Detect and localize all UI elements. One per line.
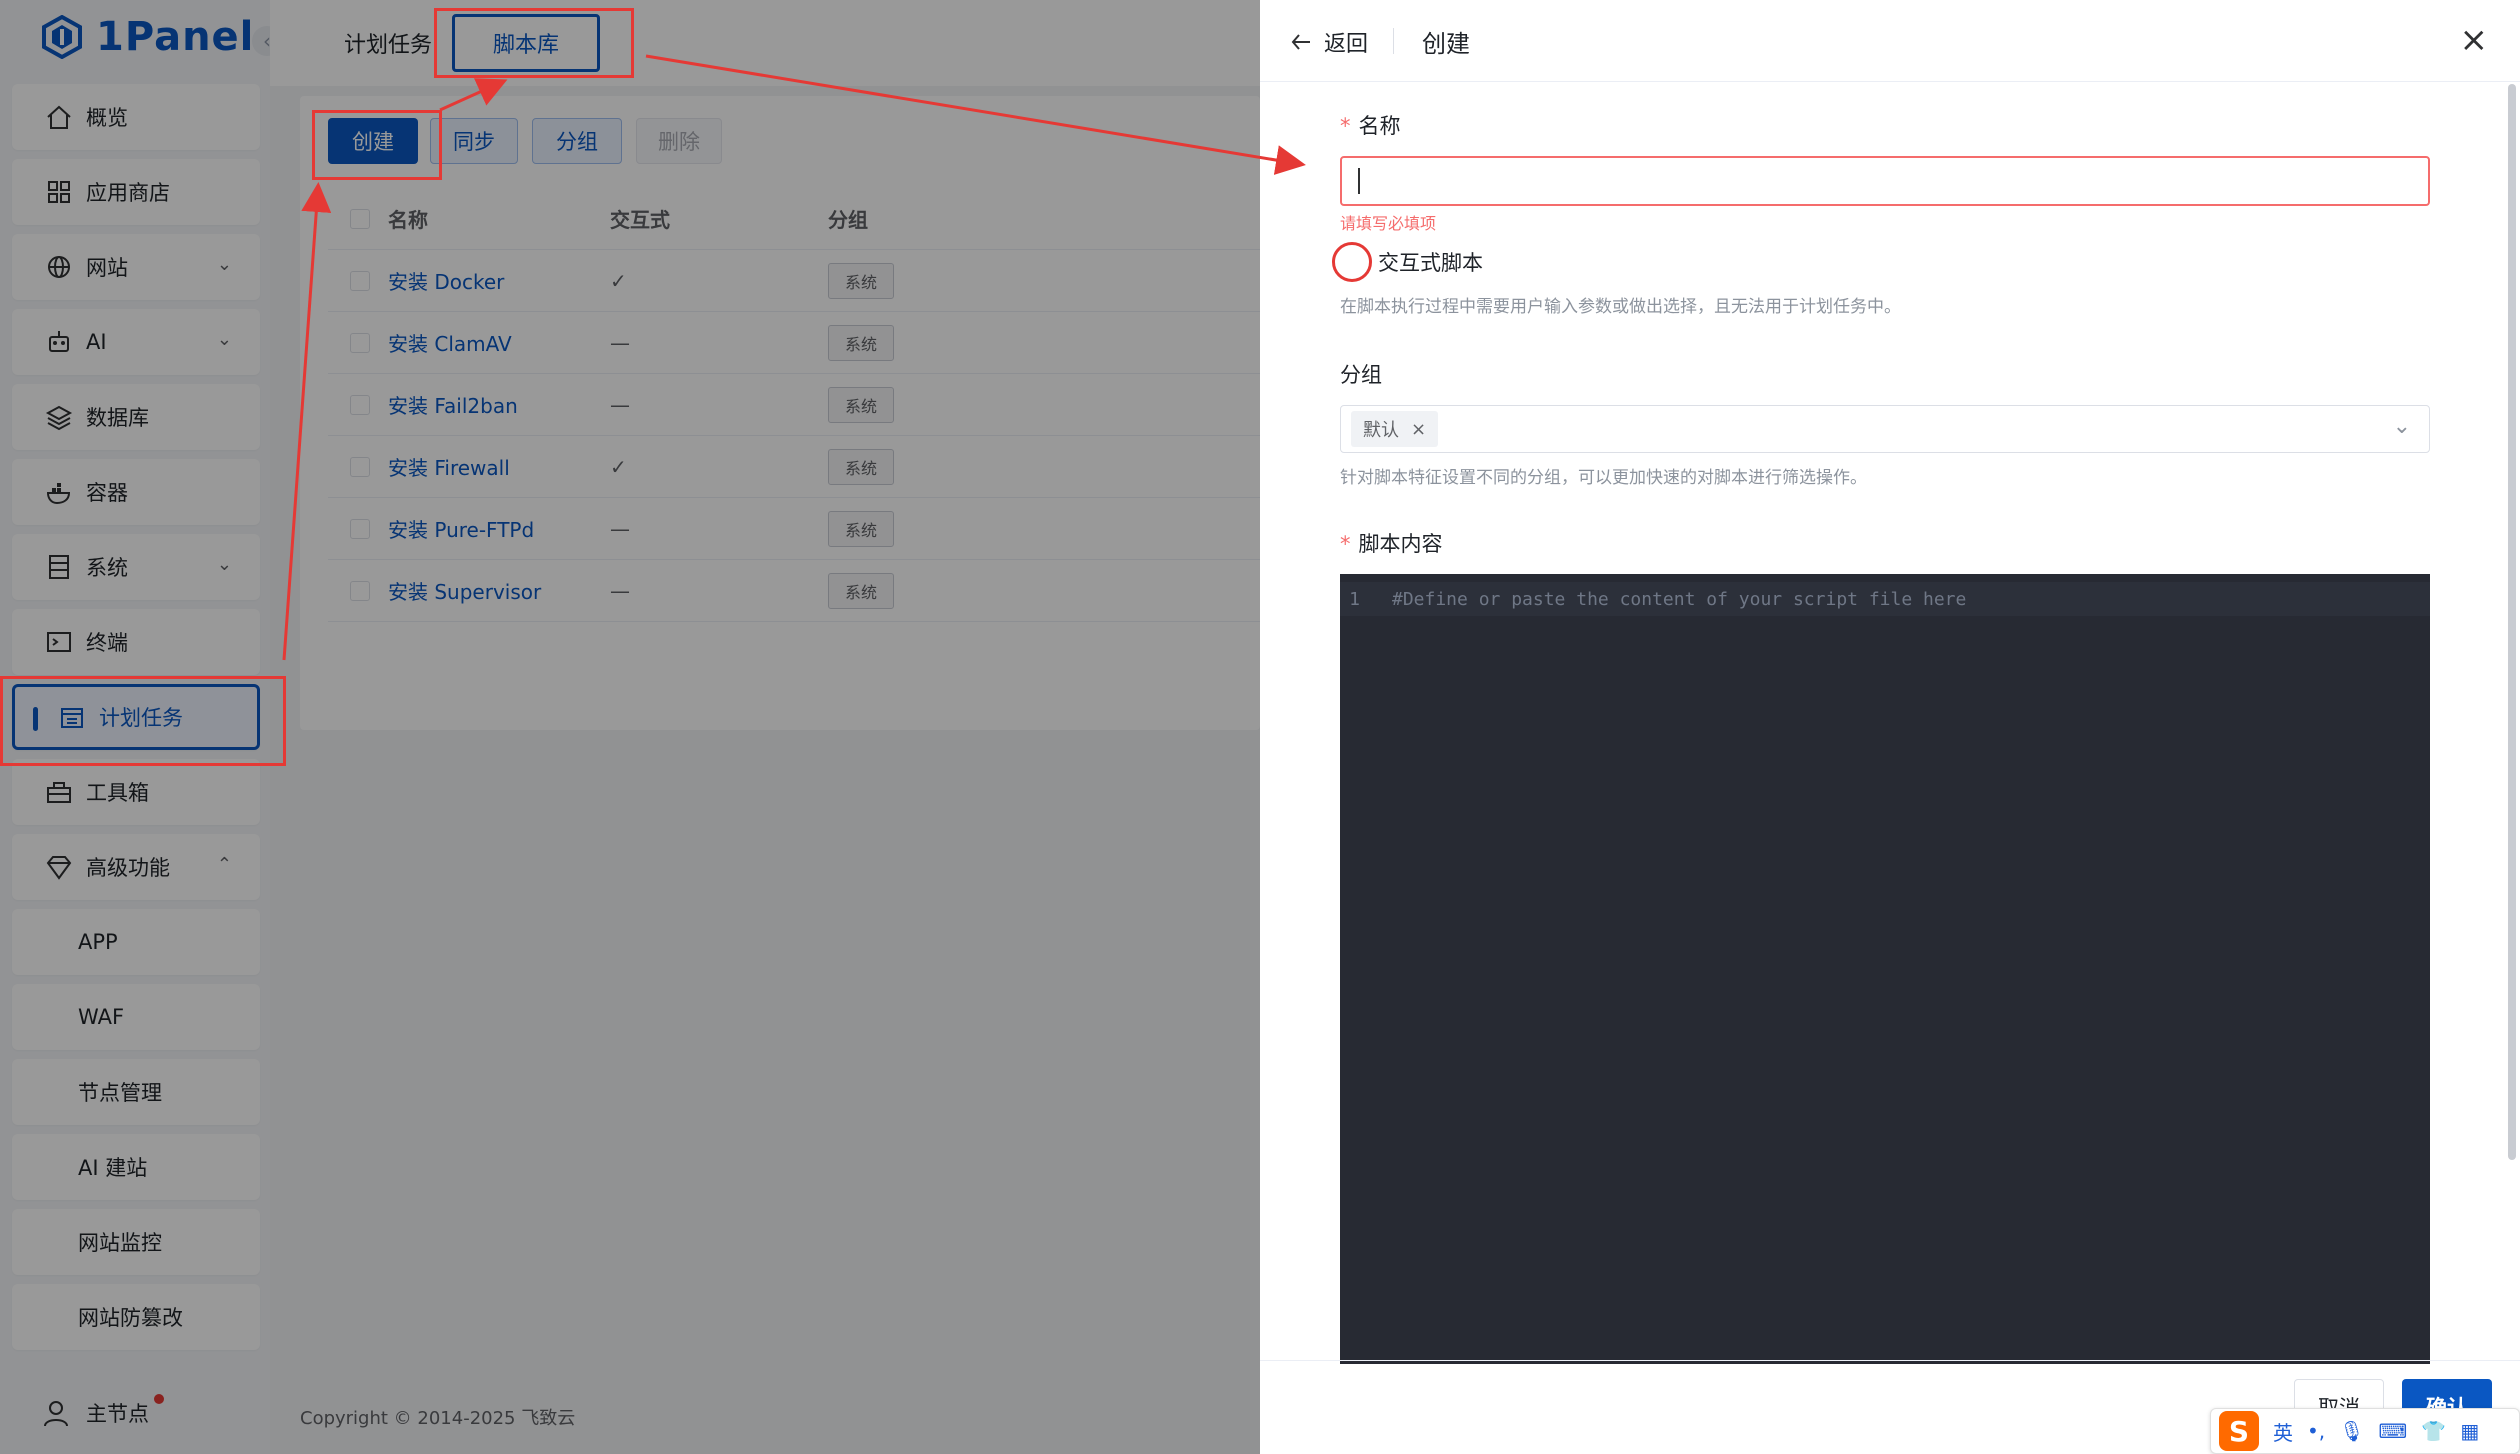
interactive-label: 交互式脚本 xyxy=(1378,251,1483,275)
keyboard-icon[interactable]: ⌨ xyxy=(2379,1419,2408,1443)
ime-language[interactable]: 英 xyxy=(2273,1417,2293,1446)
tag-close-icon[interactable]: × xyxy=(1411,419,1426,440)
create-form: * 名称 请填写必填项 交互式脚本 在脚本执行过程中需要用户输入参数或做出选择，且… xyxy=(1332,110,2430,1364)
skin-icon[interactable]: 👕 xyxy=(2421,1419,2446,1443)
group-label: 分组 xyxy=(1340,363,1382,387)
annotation-box-menu xyxy=(0,676,286,766)
microphone-icon[interactable]: 🎙 xyxy=(2339,1419,2364,1443)
content-label: * 脚本内容 xyxy=(1340,532,1443,556)
sogou-icon[interactable]: S xyxy=(2219,1411,2259,1451)
back-label: 返回 xyxy=(1324,32,1369,57)
group-help: 针对脚本特征设置不同的分组，可以更加快速的对脚本进行筛选操作。 xyxy=(1340,468,1867,488)
name-label: * 名称 xyxy=(1340,114,1401,138)
drawer-title: 创建 xyxy=(1422,30,1470,58)
drawer-scrollbar[interactable] xyxy=(2508,84,2516,1160)
line-number: 1 xyxy=(1349,588,1360,610)
name-error: 请填写必填项 xyxy=(1340,214,1437,233)
arrow-left-icon xyxy=(1291,34,1310,50)
back-button[interactable]: 返回 xyxy=(1290,26,1368,58)
script-editor[interactable]: 1 #Define or paste the content of your s… xyxy=(1340,574,2430,1364)
create-script-drawer: 返回 创建 × * 名称 请填写必填项 交互式脚本 在脚本执行过程中需要用户输入参… xyxy=(1260,0,2520,1454)
close-icon[interactable]: × xyxy=(2460,20,2489,60)
group-tag: 默认 × xyxy=(1351,411,1439,447)
annotation-box-create xyxy=(312,110,442,180)
punctuation-icon[interactable]: •, xyxy=(2307,1419,2325,1443)
drawer-header: 返回 创建 × xyxy=(1260,0,2520,82)
header-divider xyxy=(1393,28,1394,54)
group-select[interactable]: 默认 × ⌄ xyxy=(1340,405,2430,453)
interactive-radio[interactable] xyxy=(1332,242,1372,282)
interactive-row: 交互式脚本 xyxy=(1332,242,2430,282)
editor-placeholder: #Define or paste the content of your scr… xyxy=(1392,588,1967,610)
ime-toolbar: S 英 •, 🎙 ⌨ 👕 ▦ xyxy=(2210,1408,2520,1454)
text-caret xyxy=(1358,168,1360,194)
chevron-down-icon: ⌄ xyxy=(2392,414,2411,439)
editor-line: 1 #Define or paste the content of your s… xyxy=(1340,582,2430,616)
toolbox-grid-icon[interactable]: ▦ xyxy=(2460,1419,2479,1443)
annotation-box-tab xyxy=(434,8,634,78)
interactive-help: 在脚本执行过程中需要用户输入参数或做出选择，且无法用于计划任务中。 xyxy=(1340,297,1901,317)
name-input[interactable] xyxy=(1340,156,2430,206)
